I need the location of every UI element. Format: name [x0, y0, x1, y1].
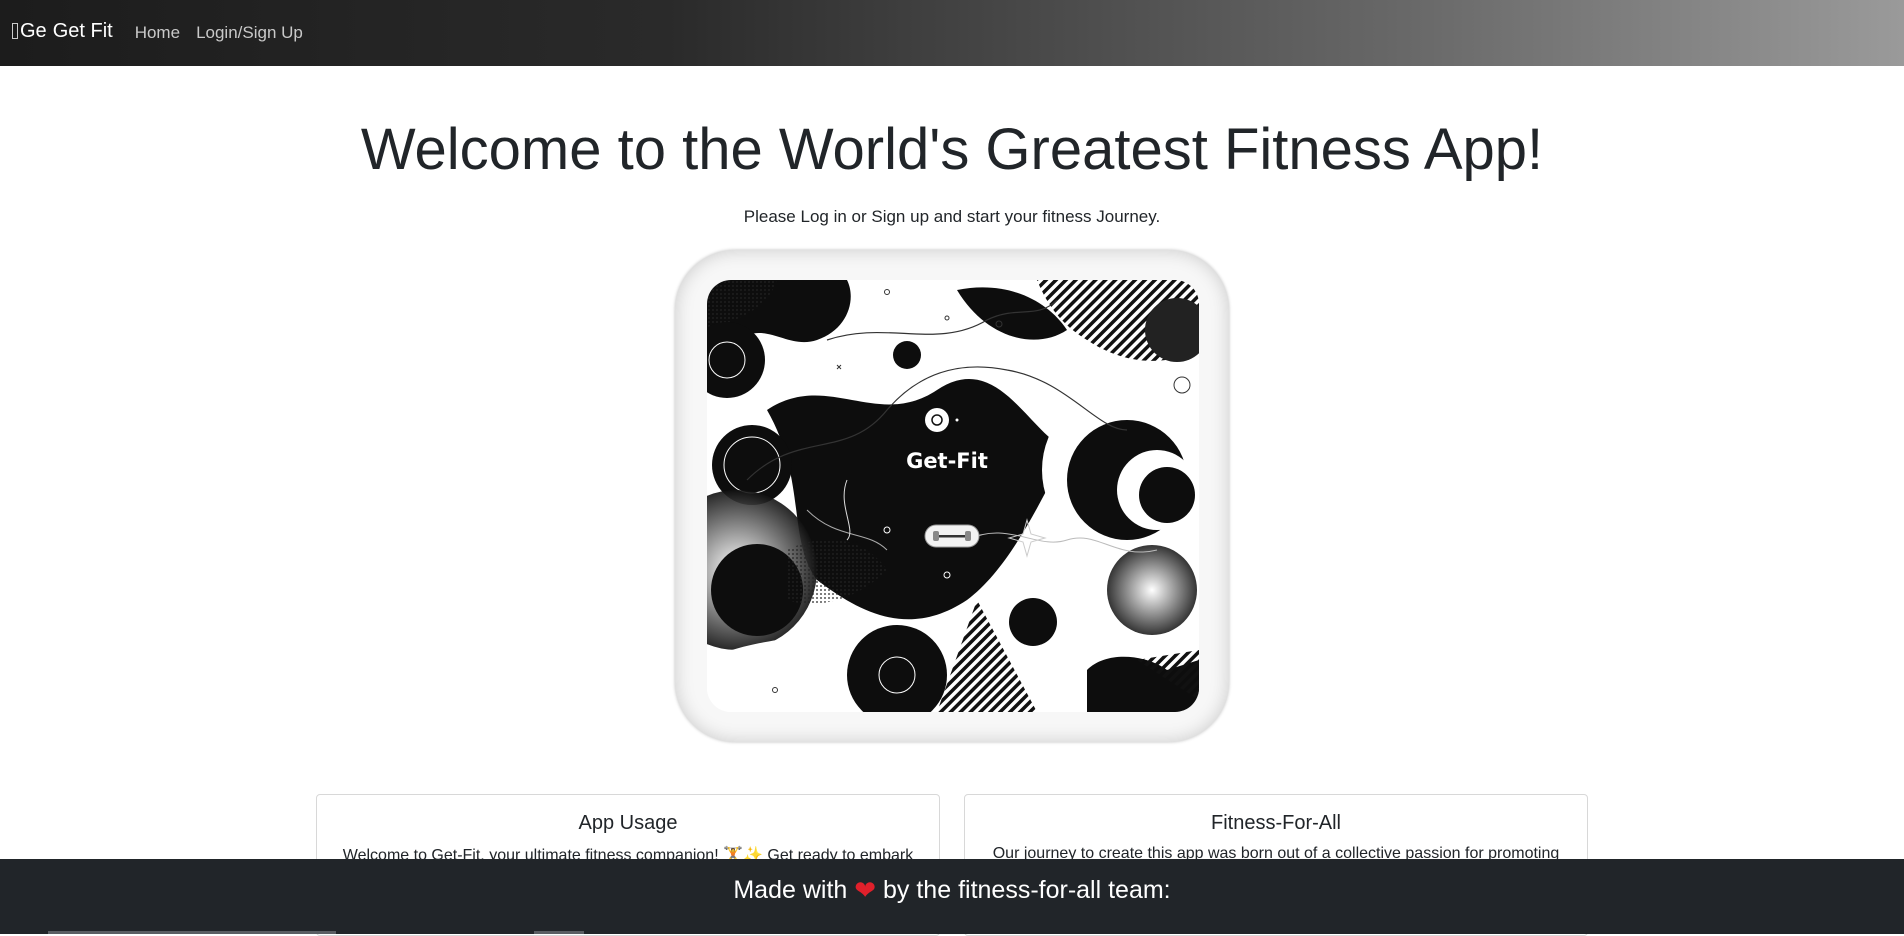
abstract-artwork-image: Get-Fit — [707, 280, 1199, 712]
footer: Made with ❤ by the fitness-for-all team: — [0, 859, 1904, 934]
top-navbar: Ge Get Fit Home Login/Sign Up — [0, 0, 1904, 66]
heart-icon: ❤ — [854, 875, 877, 905]
brand[interactable]: Ge Get Fit — [12, 20, 113, 45]
brand-name[interactable]: Get Fit — [53, 20, 113, 43]
hero-artwork: Get-Fit — [675, 250, 1229, 742]
page-title: Welcome to the World's Greatest Fitness … — [360, 117, 1544, 182]
card-title: App Usage — [578, 812, 678, 834]
brand-logo-image[interactable]: Ge — [12, 20, 47, 43]
footer-credit: Made with ❤ by the fitness-for-all team: — [0, 874, 1904, 905]
nav-link-home[interactable]: Home — [135, 23, 180, 43]
artwork-label: Get-Fit — [906, 449, 988, 473]
card-title: Fitness-For-All — [1210, 812, 1341, 834]
hero-subtitle: Please Log in or Sign up and start your … — [743, 207, 1161, 226]
footer-text-before: Made with — [733, 876, 848, 904]
nav-link-login-signup[interactable]: Login/Sign Up — [196, 23, 303, 43]
footer-text-after: by the fitness-for-all team: — [883, 876, 1171, 904]
